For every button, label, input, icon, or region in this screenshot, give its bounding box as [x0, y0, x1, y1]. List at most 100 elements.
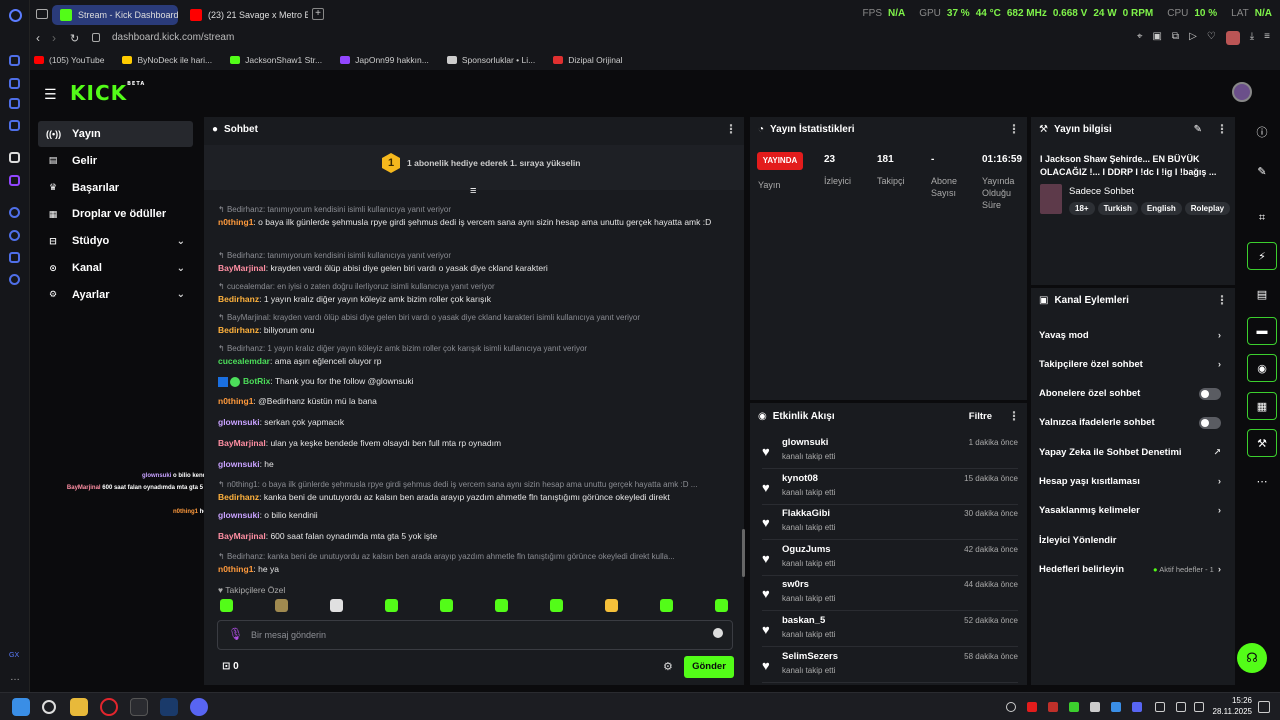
chat-username[interactable]: BayMarjinal: [218, 531, 266, 541]
chat-message[interactable]: BotRix: Thank you for the follow @glowns…: [218, 375, 738, 387]
toggle-switch[interactable]: [1199, 387, 1221, 400]
bookmark-item[interactable]: Sponsorluklar • Li...: [446, 55, 535, 65]
emote-button[interactable]: [275, 599, 288, 612]
gift-banner[interactable]: 1 1 abonelik hediye ederek 1. sıraya yük…: [204, 145, 744, 190]
activity-user[interactable]: SelimSezers: [782, 651, 838, 662]
tab-kick-dashboard[interactable]: Stream - Kick Dashboard: [52, 5, 178, 25]
sidebar-item-3[interactable]: ♛ Başarılar: [38, 175, 193, 201]
channel-action-item[interactable]: Abonelere özel sohbet: [1039, 380, 1221, 408]
user-avatar[interactable]: [1232, 82, 1252, 102]
category-thumbnail[interactable]: [1040, 184, 1062, 214]
bookmark-item[interactable]: (105) YouTube: [34, 55, 104, 65]
scan-icon[interactable]: ⌗: [1247, 204, 1277, 232]
send-button[interactable]: Gönder: [684, 656, 734, 678]
twitch-side-icon[interactable]: [9, 175, 20, 186]
category-name[interactable]: Sadece Sohbet: [1069, 186, 1134, 197]
emote-button[interactable]: [385, 599, 398, 612]
chevron-down-icon[interactable]: ⌄: [177, 236, 185, 247]
discord-icon[interactable]: [190, 698, 208, 716]
tray-icon-1[interactable]: [1006, 702, 1016, 712]
opera-logo-icon[interactable]: [9, 9, 22, 22]
download-icon[interactable]: ⤓: [1250, 31, 1254, 45]
favorites-icon[interactable]: ♡: [1207, 31, 1216, 45]
settings-side-icon[interactable]: [9, 274, 20, 285]
chat-message[interactable]: BayMarjinal: 600 saat falan oynadımda mt…: [218, 530, 738, 542]
chat-username[interactable]: n0thing1: [218, 217, 253, 227]
forward-icon[interactable]: ›: [52, 31, 56, 45]
network-icon[interactable]: [1176, 702, 1186, 712]
chat-message[interactable]: ↰ Bedirhanz: tanımıyorum kendisini isiml…: [218, 250, 738, 274]
stats-menu-icon[interactable]: ⋮: [1008, 122, 1020, 136]
sidebar-item-2[interactable]: ▤ Gelir: [38, 148, 193, 174]
channel-action-item[interactable]: Yalnızca ifadelerle sohbet: [1039, 409, 1221, 437]
discord-side-icon[interactable]: [9, 98, 20, 109]
extensions-side-icon[interactable]: [9, 252, 20, 263]
speed-dial-icon[interactable]: [9, 55, 20, 66]
tray-icon-7[interactable]: [1132, 702, 1142, 712]
chat-username[interactable]: glownsuki: [218, 510, 260, 520]
notifications-icon[interactable]: [1258, 701, 1270, 713]
activity-item[interactable]: ♥ OguzJums kanalı takip etti 42 dakika önce: [762, 540, 1018, 576]
emote-button[interactable]: [660, 599, 673, 612]
channel-action-item[interactable]: Hesap yaşı kısıtlaması ›: [1039, 468, 1221, 496]
sidebar-item-5[interactable]: ⊟ Stüdyo ⌄: [38, 228, 193, 254]
emote-button[interactable]: [330, 599, 343, 612]
chat-username[interactable]: cucealemdar: [218, 356, 270, 366]
sidebar-item-4[interactable]: ▦ Droplar ve ödüller: [38, 201, 193, 227]
volume-icon[interactable]: [1194, 702, 1204, 712]
chat-toggle-icon[interactable]: ▬: [1247, 317, 1277, 345]
chat-username[interactable]: n0thing1: [218, 564, 253, 574]
pencil-icon[interactable]: ✎: [1247, 157, 1277, 185]
chat-username[interactable]: glownsuki: [218, 417, 260, 427]
channel-points[interactable]: ⊡ 0: [222, 661, 239, 672]
search-icon[interactable]: [42, 700, 56, 714]
channel-action-item[interactable]: Takipçilere özel sohbet ›: [1039, 350, 1221, 378]
chat-username[interactable]: n0thing1: [218, 396, 253, 406]
chat-pin-icon[interactable]: ≡: [470, 185, 476, 197]
activity-item[interactable]: ♥ baskan_5 kanalı takip etti 52 dakika önce: [762, 611, 1018, 647]
new-tab-button[interactable]: +: [312, 8, 324, 20]
kick-logo[interactable]: KICKBETA: [70, 81, 145, 105]
channel-action-item[interactable]: Yasaklanmış kelimeler ›: [1039, 497, 1221, 525]
chat-username[interactable]: glownsuki: [218, 459, 260, 469]
emote-button[interactable]: [715, 599, 728, 612]
activity-item[interactable]: ♥ glownsuki kanalı takip etti 1 dakika önce: [762, 433, 1018, 469]
share-icon[interactable]: ⋯: [1247, 467, 1277, 495]
channel-action-item[interactable]: İzleyici Yönlendir: [1039, 526, 1221, 554]
menu-icon[interactable]: ≡: [1264, 31, 1270, 45]
tag-pill[interactable]: 18+: [1069, 202, 1095, 215]
activity-user[interactable]: glownsuki: [782, 437, 828, 448]
chat-message[interactable]: ↰ Bedirhanz: 1 yayın kralız diğer yayın …: [218, 343, 738, 367]
tiktok-side-icon[interactable]: [9, 152, 20, 163]
activity-item[interactable]: ♥ FlakkaGibi kanalı takip etti 30 dakika ön…: [762, 504, 1018, 541]
chat-username[interactable]: BayMarjinal: [218, 263, 266, 273]
edit-icon[interactable]: ✎: [1194, 124, 1202, 135]
info-menu-icon[interactable]: ⋮: [1216, 122, 1228, 136]
activity-item[interactable]: ♥ SelimSezers kanalı takip etti 58 dakika ö…: [762, 647, 1018, 683]
channel-action-item[interactable]: Yapay Zeka ile Sohbet Denetimi ↗: [1039, 438, 1221, 466]
tray-icon-2[interactable]: [1027, 702, 1037, 712]
activity-user[interactable]: FlakkaGibi: [782, 508, 830, 519]
activity-item[interactable]: ♥ sw0rs kanalı takip etti 44 dakika önce: [762, 575, 1018, 612]
back-icon[interactable]: ‹: [36, 31, 40, 45]
profile-avatar[interactable]: [1225, 31, 1240, 45]
chat-message[interactable]: n0thing1: @Bedirhanz küstün mü la bana: [218, 395, 738, 407]
steam-icon[interactable]: [160, 698, 178, 716]
chat-message[interactable]: BayMarjinal: ulan ya keşke bendede fivem…: [218, 437, 738, 449]
bookmark-item[interactable]: Dizipal Orijinal: [553, 55, 623, 65]
bookmark-item[interactable]: JapOnn99 hakkın...: [340, 55, 429, 65]
info-icon[interactable]: ⓘ: [1247, 118, 1277, 146]
emote-button[interactable]: [550, 599, 563, 612]
emote-button[interactable]: [220, 599, 233, 612]
chat-message[interactable]: ↰ n0thing1: o baya ilk günlerde şehmusla…: [218, 479, 738, 503]
sidebar-item-6[interactable]: ⊙ Kanal ⌄: [38, 255, 193, 281]
toggle-switch[interactable]: [1199, 416, 1221, 429]
app-icon[interactable]: [130, 698, 148, 716]
start-icon[interactable]: [12, 698, 30, 716]
url-field[interactable]: dashboard.kick.com/stream: [112, 32, 234, 43]
tray-icon-5[interactable]: [1090, 702, 1100, 712]
support-icon[interactable]: ☊: [1237, 643, 1267, 673]
activity-menu-icon[interactable]: ⋮: [1008, 409, 1020, 423]
chat-message[interactable]: ↰ cucealemdar: en iyisi o zaten doğru il…: [218, 281, 738, 305]
chat-username[interactable]: BayMarjinal: [218, 438, 266, 448]
